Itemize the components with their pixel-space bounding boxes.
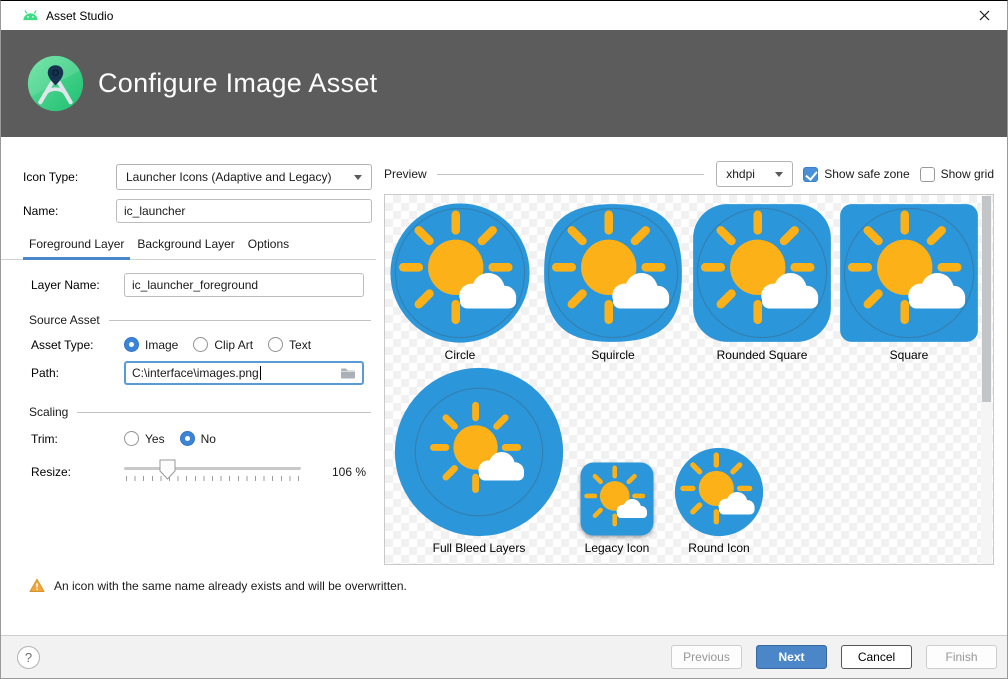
help-button[interactable]: ? <box>17 646 40 669</box>
preview-label: Square <box>838 348 980 362</box>
trim-yes-radio[interactable]: Yes <box>124 431 165 446</box>
icon-type-value: Launcher Icons (Adaptive and Legacy) <box>126 170 331 184</box>
slider-ticks <box>126 476 301 481</box>
warning-icon <box>29 578 45 593</box>
preview-section-label: Preview <box>384 167 427 181</box>
scrollbar-thumb[interactable] <box>982 196 991 402</box>
radio-selected-icon <box>180 431 195 446</box>
radio-icon <box>268 337 283 352</box>
layer-name-label: Layer Name: <box>31 278 124 292</box>
warning-text: An icon with the same name already exist… <box>54 579 407 593</box>
path-input[interactable]: C:\interface\images.png <box>124 361 364 385</box>
preview-label: Circle <box>389 348 531 362</box>
path-label: Path: <box>31 366 124 380</box>
chevron-down-icon <box>354 175 362 180</box>
layer-tabs: Foreground Layer Background Layer Option… <box>1 237 376 260</box>
preview-scrollbar[interactable] <box>981 196 992 564</box>
asset-type-label: Asset Type: <box>31 338 124 352</box>
preview-label: Full Bleed Layers <box>394 541 564 555</box>
asset-type-clipart-radio[interactable]: Clip Art <box>193 337 253 352</box>
close-button[interactable] <box>961 1 1007 30</box>
name-label: Name: <box>23 204 116 218</box>
icon-type-select[interactable]: Launcher Icons (Adaptive and Legacy) <box>116 164 372 190</box>
resize-slider[interactable] <box>124 459 301 485</box>
preview-circle: Circle <box>389 202 531 362</box>
footer-bar: ? Previous Next Cancel Finish <box>1 635 1007 678</box>
trim-label: Trim: <box>31 432 124 446</box>
preview-label: Round Icon <box>674 541 764 555</box>
preview-canvas: Circle Squircle Roun <box>384 194 994 565</box>
preview-legacy: Legacy Icon <box>579 461 655 555</box>
preview-label: Rounded Square <box>691 348 833 362</box>
preview-rounded-square: Rounded Square <box>691 202 833 362</box>
page-title: Configure Image Asset <box>98 68 377 99</box>
asset-type-text-radio[interactable]: Text <box>268 337 311 352</box>
preview-label: Squircle <box>542 348 684 362</box>
slider-track <box>124 467 301 470</box>
close-icon <box>979 10 990 21</box>
scaling-section-label: Scaling <box>29 405 68 419</box>
radio-icon <box>124 431 139 446</box>
main-content: Icon Type: Launcher Icons (Adaptive and … <box>1 137 1007 635</box>
preview-label: Legacy Icon <box>579 541 655 555</box>
slider-thumb[interactable] <box>159 459 176 483</box>
chevron-down-icon <box>775 172 783 177</box>
resize-label: Resize: <box>31 465 124 479</box>
android-studio-logo-icon <box>27 55 84 112</box>
tab-background-layer[interactable]: Background Layer <box>137 237 234 251</box>
tab-options[interactable]: Options <box>248 237 289 251</box>
preview-full-bleed: Full Bleed Layers <box>394 367 564 555</box>
folder-icon[interactable] <box>340 366 356 380</box>
show-grid-checkbox[interactable]: Show grid <box>920 167 994 182</box>
text-caret <box>260 366 261 380</box>
asset-studio-dialog: Asset Studio <box>0 0 1008 679</box>
density-select[interactable]: xhdpi <box>716 161 793 187</box>
asset-type-image-radio[interactable]: Image <box>124 337 178 352</box>
section-divider <box>437 174 705 175</box>
show-safe-zone-checkbox[interactable]: Show safe zone <box>803 167 909 182</box>
title-bar: Asset Studio <box>1 1 1007 30</box>
preview-round: Round Icon <box>674 447 764 555</box>
resize-value: 106 % <box>332 465 366 479</box>
finish-button[interactable]: Finish <box>926 645 997 669</box>
section-divider <box>77 412 371 413</box>
trim-no-radio[interactable]: No <box>180 431 216 446</box>
preview-panel: Preview xhdpi Show safe zone Show grid <box>384 137 994 565</box>
android-head-icon <box>22 10 39 21</box>
next-button[interactable]: Next <box>756 645 827 669</box>
warning-message: An icon with the same name already exist… <box>29 578 407 593</box>
window-title: Asset Studio <box>46 9 113 23</box>
section-divider <box>109 320 371 321</box>
name-input[interactable]: ic_launcher <box>116 199 372 223</box>
checkbox-checked-icon <box>803 167 818 182</box>
radio-icon <box>193 337 208 352</box>
density-value: xhdpi <box>726 167 755 181</box>
tab-foreground-layer[interactable]: Foreground Layer <box>29 237 124 251</box>
radio-selected-icon <box>124 337 139 352</box>
layer-name-input[interactable]: ic_launcher_foreground <box>124 273 364 297</box>
icon-type-label: Icon Type: <box>23 170 116 184</box>
path-value: C:\interface\images.png <box>132 366 259 380</box>
preview-squircle: Squircle <box>542 202 684 362</box>
previous-button[interactable]: Previous <box>671 645 742 669</box>
dialog-header: Configure Image Asset <box>1 30 1007 137</box>
checkbox-icon <box>920 167 935 182</box>
name-value: ic_launcher <box>124 204 185 218</box>
preview-square: Square <box>838 202 980 362</box>
source-asset-section-label: Source Asset <box>29 313 100 327</box>
cancel-button[interactable]: Cancel <box>841 645 912 669</box>
options-panel: Icon Type: Launcher Icons (Adaptive and … <box>1 137 381 485</box>
layer-name-value: ic_launcher_foreground <box>132 278 258 292</box>
help-icon: ? <box>25 650 32 665</box>
